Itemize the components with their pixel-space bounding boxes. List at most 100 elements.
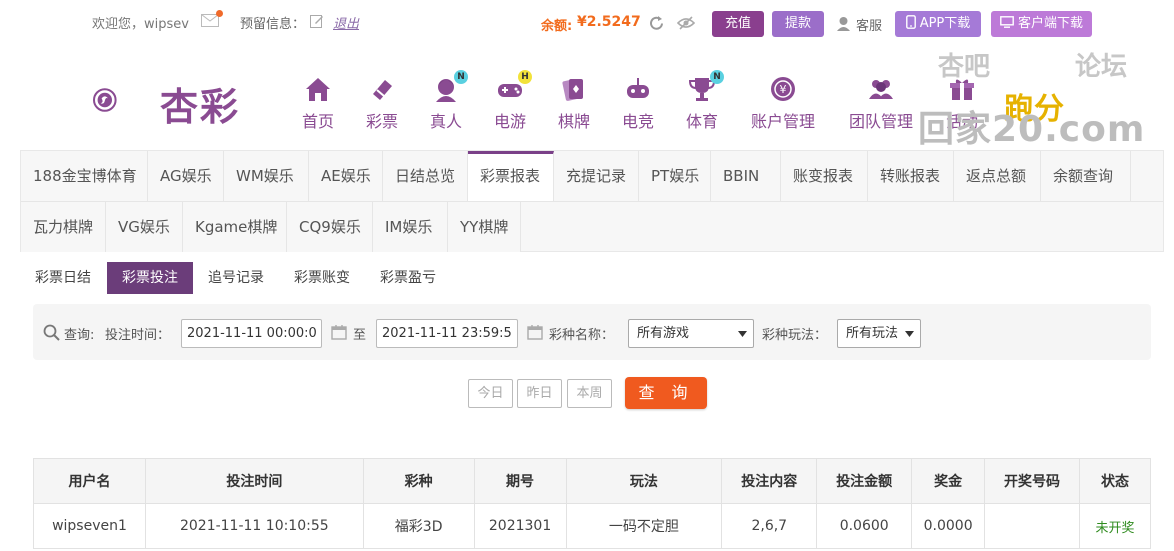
hide-balance-icon[interactable] xyxy=(677,15,695,31)
play-type-select-value: 所有玩法 xyxy=(846,326,899,341)
app-download-button[interactable]: APP下载 xyxy=(895,11,981,37)
query-button[interactable]: 查 询 xyxy=(625,377,707,409)
bet-time-label: 投注时间： xyxy=(105,328,171,343)
sub-tab-3[interactable]: 彩票账变 xyxy=(279,262,365,294)
brand-logo-icon[interactable] xyxy=(92,68,156,132)
platform-tab-3[interactable]: AE娱乐 xyxy=(309,151,383,201)
table-cell: 一码不定胆 xyxy=(565,503,723,549)
today-button[interactable]: 今日 xyxy=(468,379,513,408)
bets-table: 用户名 投注时间 彩种 期号 玩法 投注内容 投注金额 奖金 开奖号码 状态 wipseven1 2… xyxy=(33,458,1152,549)
filter-panel: 查询: 投注时间： 至 彩种名称： 所有游戏 彩种玩法： 所有玩法 xyxy=(33,304,1151,360)
platform-tab-4[interactable]: 日结总览 xyxy=(383,151,468,201)
svg-text:¥: ¥ xyxy=(780,83,787,96)
chevron-down-icon xyxy=(905,331,914,337)
balance-label: 余额: xyxy=(541,19,573,34)
column-header: 玩法 xyxy=(565,458,723,504)
refresh-icon[interactable] xyxy=(648,15,665,32)
platform-tab-4[interactable]: IM娱乐 xyxy=(373,202,448,252)
logout-link[interactable]: 退出 xyxy=(333,13,359,32)
app-download-label: APP下载 xyxy=(919,16,971,31)
reserve-info-label: 预留信息： xyxy=(240,17,306,32)
sub-tab-1[interactable]: 彩票投注 xyxy=(107,262,193,294)
sub-tab-4[interactable]: 彩票盈亏 xyxy=(365,262,451,294)
table-cell: 未开奖 xyxy=(1078,503,1152,549)
platform-tab-6[interactable]: 充提记录 xyxy=(554,151,639,201)
game-name-label: 彩种名称： xyxy=(549,328,615,343)
table-cell xyxy=(984,503,1080,549)
brand-logo-text[interactable]: 杏彩 xyxy=(160,76,240,131)
column-header: 开奖号码 xyxy=(984,458,1080,504)
table-cell: 0.0600 xyxy=(816,503,913,549)
calendar-icon[interactable] xyxy=(331,324,347,340)
account-icon: ¥ xyxy=(771,77,795,101)
platform-tab-5[interactable]: YY棋牌 xyxy=(448,202,521,252)
watermark-domain: 回家20.com xyxy=(918,109,1146,150)
customer-service-icon[interactable] xyxy=(836,16,851,31)
column-header: 投注时间 xyxy=(144,458,364,504)
yesterday-button[interactable]: 昨日 xyxy=(517,379,562,408)
platform-tab-3[interactable]: CQ9娱乐 xyxy=(287,202,373,252)
platform-tab-2[interactable]: Kgame棋牌 xyxy=(183,202,287,252)
platform-tab-12[interactable]: 余额查询 xyxy=(1041,151,1131,201)
platform-tab-11[interactable]: 返点总额 xyxy=(954,151,1041,201)
platform-tab-10[interactable]: 转账报表 xyxy=(868,151,954,201)
column-header: 用户名 xyxy=(33,458,146,504)
recharge-button[interactable]: 充值 xyxy=(712,11,764,37)
unread-dot xyxy=(216,10,223,17)
play-type-select[interactable]: 所有玩法 xyxy=(837,319,921,348)
sub-tab-0[interactable]: 彩票日结 xyxy=(20,262,106,294)
table-cell: wipseven1 xyxy=(33,503,146,549)
table-cell: 2,6,7 xyxy=(721,503,818,549)
game-select[interactable]: 所有游戏 xyxy=(628,319,754,348)
platform-tab-5[interactable]: 彩票报表 xyxy=(468,151,554,201)
report-sub-tabs: 彩票日结 彩票投注 追号记录 彩票账变 彩票盈亏 xyxy=(20,252,1164,298)
end-time-input[interactable] xyxy=(376,319,518,348)
team-icon xyxy=(869,80,893,99)
table-cell: 0.0000 xyxy=(911,503,986,549)
edit-icon[interactable] xyxy=(310,14,324,28)
client-download-button[interactable]: 客户端下载 xyxy=(991,11,1092,37)
platform-tab-1[interactable]: AG娱乐 xyxy=(148,151,224,201)
this-week-button[interactable]: 本周 xyxy=(567,379,612,408)
platform-tabs-row-2: 瓦力棋牌 VG娱乐 Kgame棋牌 CQ9娱乐 IM娱乐 YY棋牌 xyxy=(21,201,1163,252)
new-badge: H xyxy=(518,70,532,84)
welcome-text: 欢迎您，wipsev xyxy=(92,17,189,32)
top-bar: 欢迎您，wipsev 预留信息： 退出 余额: ¥2.5247 充值 提款 客服… xyxy=(0,0,1174,46)
table-row: wipseven1 2021-11-11 10:10:55 福彩3D 2021301 一… xyxy=(33,503,1152,549)
platform-tab-9[interactable]: 账变报表 xyxy=(781,151,868,201)
column-header: 投注内容 xyxy=(721,458,818,504)
platform-tab-0[interactable]: 188金宝博体育 xyxy=(21,151,148,201)
chevron-down-icon xyxy=(738,331,747,337)
platform-tab-2[interactable]: WM娱乐 xyxy=(224,151,309,201)
platform-tab-1[interactable]: VG娱乐 xyxy=(106,202,183,252)
column-header: 奖金 xyxy=(911,458,986,504)
phone-icon xyxy=(905,15,916,29)
table-cell: 福彩3D xyxy=(362,503,475,549)
search-icon xyxy=(43,324,60,341)
client-download-label: 客户端下载 xyxy=(1017,16,1083,31)
lottery-icon xyxy=(373,80,392,100)
start-time-input[interactable] xyxy=(181,319,322,348)
column-header: 状态 xyxy=(1078,458,1152,504)
watermark-text: 论坛 xyxy=(1075,52,1128,82)
customer-service-link[interactable]: 客服 xyxy=(856,15,882,34)
nav-item-8[interactable]: 团队管理 xyxy=(841,74,921,132)
query-label: 查询: xyxy=(64,328,95,343)
withdraw-button[interactable]: 提款 xyxy=(772,11,824,37)
nav-item-6[interactable]: 体育 N xyxy=(662,70,742,132)
platform-tab-8[interactable]: BBIN xyxy=(711,151,781,201)
column-header: 期号 xyxy=(473,458,567,504)
nav-item-label: 团队管理 xyxy=(848,112,913,131)
column-header: 彩种 xyxy=(362,458,475,504)
nav-item-7[interactable]: ¥ 账户管理 xyxy=(743,74,823,132)
sub-tab-2[interactable]: 追号记录 xyxy=(193,262,279,294)
main-header: 杏彩 首页 彩票 真人 N 电游 H 棋牌 电竞 体育 N ¥ 账户管理 团队管理 活动 杏吧 论坛 跑分… xyxy=(0,46,1174,150)
game-select-value: 所有游戏 xyxy=(637,326,690,341)
home-icon xyxy=(306,78,330,101)
calendar-icon[interactable] xyxy=(527,324,543,340)
table-cell: 2021-11-11 10:10:55 xyxy=(144,503,364,549)
table-cell: 2021301 xyxy=(473,503,567,549)
platform-tab-0[interactable]: 瓦力棋牌 xyxy=(21,202,106,252)
platform-tab-7[interactable]: PT娱乐 xyxy=(639,151,711,201)
table-header-row: 用户名 投注时间 彩种 期号 玩法 投注内容 投注金额 奖金 开奖号码 状态 xyxy=(33,458,1152,504)
